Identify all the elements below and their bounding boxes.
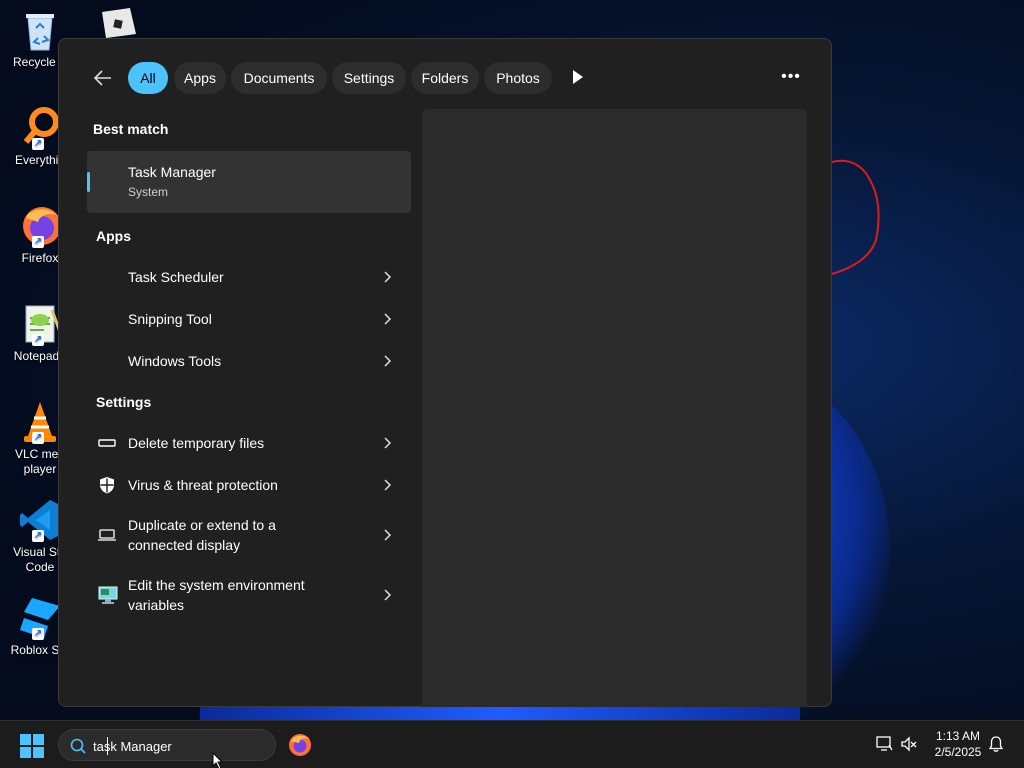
setting-result-duplicate-extend-display[interactable]: Duplicate or extend to a connected displ… (87, 507, 411, 563)
firefox-icon (289, 734, 311, 756)
filter-chip-folders[interactable]: Folders (411, 62, 479, 94)
text-caret (107, 737, 108, 755)
storage-icon (97, 434, 119, 452)
shield-icon (97, 475, 119, 494)
chevron-right-icon[interactable] (382, 354, 392, 368)
notifications-button[interactable] (988, 735, 1004, 758)
result-title-line2: variables (128, 597, 185, 613)
apps-heading: Apps (96, 228, 131, 244)
filter-chip-apps[interactable]: Apps (174, 62, 226, 94)
filter-chip-all[interactable]: All (128, 62, 168, 94)
roblox-studio-icon: ↗ (18, 596, 62, 640)
search-icon (70, 738, 86, 754)
network-status-button[interactable] (875, 735, 893, 758)
result-title: Snipping Tool (128, 311, 212, 327)
start-search-panel: All Apps Documents Settings Folders Phot… (58, 38, 832, 707)
mouse-cursor-icon (212, 752, 224, 768)
result-subtitle: System (128, 185, 169, 199)
filter-bar: All Apps Documents Settings Folders Phot… (59, 61, 831, 95)
bell-icon (988, 736, 1004, 752)
app-result-windows-tools[interactable]: Windows Tools (87, 341, 411, 381)
back-button[interactable] (93, 66, 117, 90)
best-match-heading: Best match (93, 121, 169, 137)
taskbar-firefox-button[interactable] (288, 733, 312, 757)
play-icon (573, 70, 583, 84)
shortcut-arrow-icon: ↗ (32, 138, 44, 150)
ellipsis-icon: ••• (781, 68, 801, 85)
result-title-line1: Edit the system environment (128, 577, 305, 593)
best-match-task-manager[interactable]: Task Manager System (87, 151, 411, 213)
result-title: Delete temporary files (128, 435, 265, 451)
filter-chip-settings[interactable]: Settings (332, 62, 406, 94)
shortcut-arrow-icon: ↗ (32, 628, 44, 640)
result-title: Windows Tools (128, 353, 222, 369)
chevron-right-icon[interactable] (382, 312, 392, 326)
windows-logo-icon (20, 734, 44, 758)
settings-heading: Settings (96, 394, 152, 410)
result-title-line2: connected display (128, 537, 241, 553)
shortcut-arrow-icon: ↗ (32, 432, 44, 444)
firefox-icon: ↗ (18, 204, 62, 248)
vlc-icon: ↗ (18, 400, 62, 444)
roblox-icon[interactable] (96, 8, 138, 38)
setting-result-virus-threat-protection[interactable]: Virus & threat protection (87, 465, 411, 505)
chevron-right-icon[interactable] (382, 270, 392, 284)
network-icon (876, 736, 893, 751)
chevron-right-icon[interactable] (382, 528, 392, 542)
shortcut-arrow-icon: ↗ (32, 530, 44, 542)
app-result-task-scheduler[interactable]: Task Scheduler (87, 257, 411, 297)
setting-result-edit-environment-variables[interactable]: Edit the system environment variables (87, 567, 411, 623)
more-filters-button[interactable] (571, 67, 587, 87)
more-options-button[interactable]: ••• (779, 61, 803, 93)
volume-button[interactable] (900, 735, 918, 758)
chevron-right-icon[interactable] (382, 588, 392, 602)
start-button[interactable] (20, 734, 44, 758)
chevron-right-icon[interactable] (382, 436, 392, 450)
vscode-icon: ↗ (18, 498, 62, 542)
shortcut-arrow-icon: ↗ (32, 236, 44, 248)
system-clock[interactable]: 1:13 AM 2/5/2025 (928, 728, 988, 760)
result-title: Task Scheduler (128, 269, 224, 285)
shortcut-arrow-icon: ↗ (32, 334, 44, 346)
result-title: Virus & threat protection (128, 477, 278, 493)
clock-date: 2/5/2025 (934, 745, 982, 759)
recycle-bin-icon (18, 8, 62, 52)
search-input[interactable] (93, 735, 263, 757)
volume-muted-icon (901, 736, 917, 752)
chevron-right-icon[interactable] (382, 478, 392, 492)
clock-time: 1:13 AM (935, 729, 981, 743)
setting-result-delete-temporary-files[interactable]: Delete temporary files (87, 423, 411, 463)
taskbar-search-box[interactable] (58, 729, 276, 761)
selection-indicator (87, 172, 90, 192)
app-result-snipping-tool[interactable]: Snipping Tool (87, 299, 411, 339)
everything-search-icon: ↗ (18, 106, 62, 150)
system-properties-icon (97, 585, 119, 604)
result-title: Task Manager (128, 164, 216, 180)
result-title-line1: Duplicate or extend to a (128, 517, 276, 533)
preview-pane (422, 109, 807, 707)
filter-chip-documents[interactable]: Documents (231, 62, 327, 94)
filter-chip-photos[interactable]: Photos (484, 62, 552, 94)
arrow-left-icon (93, 70, 111, 86)
notepad-plus-icon: ↗ (18, 302, 62, 346)
red-annotation-stroke (831, 159, 880, 275)
laptop-display-icon (97, 527, 119, 545)
taskbar: 1:13 AM 2/5/2025 (0, 720, 1024, 768)
